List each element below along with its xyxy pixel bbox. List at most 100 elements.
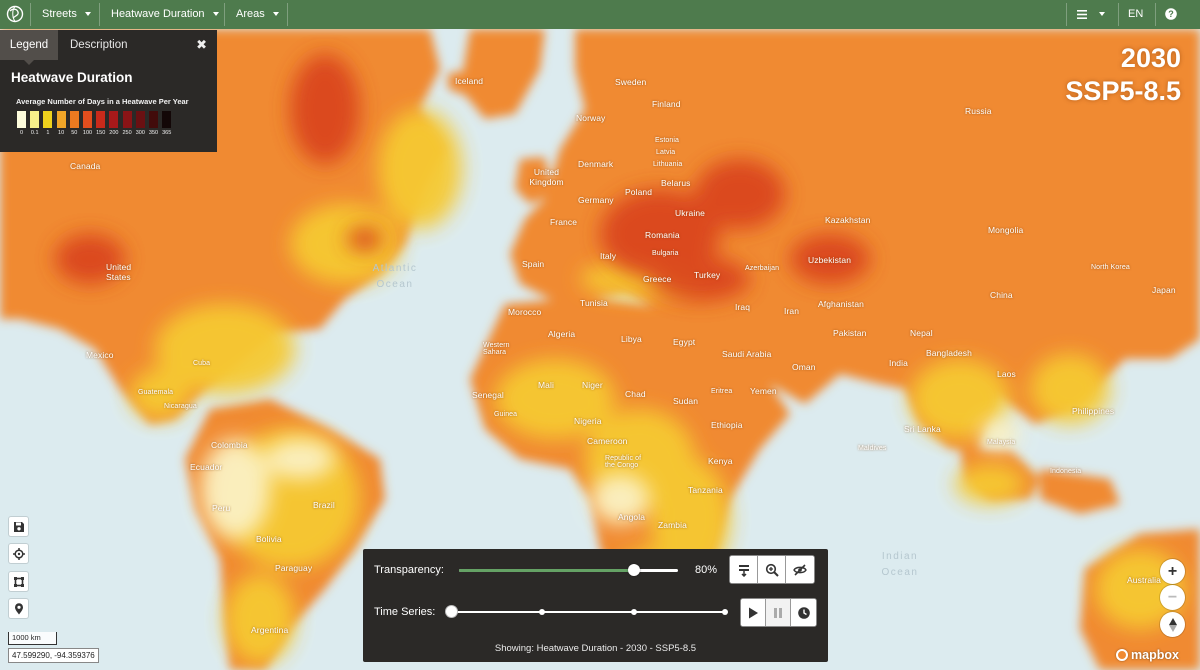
- language-selector[interactable]: EN: [1128, 0, 1143, 29]
- compass-icon: [1168, 617, 1177, 632]
- save-icon: [13, 521, 24, 532]
- zoom-in-icon: [765, 563, 779, 577]
- map-label-kazakhstan: Kazakhstan: [825, 215, 871, 225]
- map-label-maldives: Maldives: [858, 445, 887, 452]
- place-marker-button[interactable]: [9, 599, 28, 618]
- map-label-ukraine: Ukraine: [675, 208, 705, 218]
- legend-swatch-label: 365: [162, 130, 172, 136]
- map-label-lithuania: Lithuania: [653, 161, 683, 168]
- map-label-norway: Norway: [576, 113, 606, 123]
- map-label-pakistan: Pakistan: [833, 328, 867, 338]
- map-label-sweden: Sweden: [615, 77, 647, 87]
- layers-icon: [738, 564, 749, 577]
- map-label-uzbekistan: Uzbekistan: [808, 255, 852, 265]
- crop-icon: [13, 576, 24, 587]
- legend-swatch-label: 0: [19, 130, 24, 136]
- legend-swatch-label: 200: [109, 130, 119, 136]
- map-label-canada: Canada: [70, 161, 101, 171]
- legend-swatch-label: 0.1: [30, 130, 39, 136]
- map-label-united-states: United States: [106, 262, 132, 282]
- map-label-iceland: Iceland: [455, 76, 484, 86]
- legend-swatch-label: 1: [46, 130, 50, 136]
- help-button[interactable]: ?: [1165, 8, 1177, 20]
- timeseries-slider-handle[interactable]: [445, 606, 457, 617]
- transparency-slider-fill: [459, 569, 635, 572]
- legend-swatch: [82, 110, 93, 129]
- map-label-belarus: Belarus: [661, 178, 691, 188]
- top-navigation-bar: Streets Heatwave Duration Areas EN ?: [0, 0, 1200, 29]
- layer-order-button[interactable]: [730, 556, 758, 583]
- legend-swatch-label: 10: [58, 130, 65, 136]
- legend-swatch-label: 50: [71, 130, 78, 136]
- map-label-sudan: Sudan: [673, 396, 699, 406]
- map-label-paraguay: Paraguay: [275, 563, 313, 573]
- svg-text:?: ?: [1168, 9, 1174, 19]
- playback-group: [740, 598, 817, 627]
- map-label-peru: Peru: [212, 503, 231, 513]
- map-label-ecuador: Ecuador: [190, 462, 223, 472]
- crop-area-button[interactable]: [9, 572, 28, 591]
- map-label-mali: Mali: [538, 380, 554, 390]
- map-label-nepal: Nepal: [910, 328, 933, 338]
- map-label-philippines: Philippines: [1072, 406, 1115, 416]
- map-label-mongolia: Mongolia: [988, 225, 1024, 235]
- zoom-out-button[interactable]: −: [1160, 585, 1185, 610]
- map-label-greece: Greece: [643, 274, 672, 284]
- map-label-sri-lanka: Sri Lanka: [904, 424, 941, 434]
- areas-dropdown[interactable]: Areas: [236, 0, 279, 29]
- tab-legend[interactable]: Legend: [0, 30, 58, 65]
- legend-swatch-label: 150: [96, 130, 106, 136]
- locate-button[interactable]: [9, 544, 28, 563]
- timeseries-step[interactable]: [539, 609, 546, 615]
- tab-description[interactable]: Description: [70, 30, 128, 60]
- basemap-dropdown[interactable]: Streets: [42, 0, 91, 29]
- globe-logo-icon[interactable]: [6, 5, 24, 23]
- chevron-down-icon: [212, 12, 219, 17]
- map-label-estonia: Estonia: [655, 137, 680, 144]
- map-label-azerbaijan: Azerbaijan: [745, 265, 780, 272]
- time-settings-button[interactable]: [791, 599, 816, 626]
- map-label-kenya: Kenya: [708, 456, 733, 466]
- map-label-poland: Poland: [625, 187, 653, 197]
- map-label-ethiopia: Ethiopia: [711, 420, 743, 430]
- timeseries-label: Time Series:: [374, 606, 436, 618]
- map-label-iraq: Iraq: [735, 302, 751, 312]
- timeseries-step[interactable]: [722, 609, 728, 615]
- transparency-label: Transparency:: [374, 564, 444, 576]
- map-label-algeria: Algeria: [548, 329, 576, 339]
- map-label-finland: Finland: [652, 99, 681, 109]
- timeseries-slider-track[interactable]: [445, 606, 728, 617]
- timeseries-step[interactable]: [630, 609, 637, 615]
- transparency-slider-handle[interactable]: [628, 564, 641, 576]
- pause-icon: [774, 607, 782, 618]
- topbar-separator: [224, 3, 225, 26]
- legend-swatch: [108, 110, 120, 129]
- map-label-libya: Libya: [621, 334, 642, 344]
- transparency-slider-track[interactable]: [459, 564, 678, 576]
- map-label-nicaragua: Nicaragua: [164, 403, 197, 410]
- close-icon[interactable]: ✖: [196, 37, 207, 53]
- play-button[interactable]: [741, 599, 766, 626]
- save-button[interactable]: [9, 517, 28, 536]
- legend-title: Heatwave Duration: [11, 70, 133, 85]
- layer-controls-panel: Transparency: 80% Time Series: Showing: …: [363, 549, 828, 662]
- topbar-separator: [30, 3, 31, 26]
- legend-swatch-label: 100: [82, 130, 93, 136]
- legend-swatch: [42, 110, 54, 129]
- layer-dropdown[interactable]: Heatwave Duration: [111, 0, 219, 29]
- main-menu-button[interactable]: [1077, 0, 1105, 29]
- mapbox-attribution[interactable]: mapbox: [1116, 648, 1179, 662]
- pause-button[interactable]: [766, 599, 791, 626]
- map-label-tanzania: Tanzania: [688, 485, 723, 495]
- map-label-tunisia: Tunisia: [580, 298, 608, 308]
- map-label-afghanistan: Afghanistan: [818, 299, 864, 309]
- map-label-turkey: Turkey: [694, 270, 721, 280]
- hide-layer-button[interactable]: [786, 556, 814, 583]
- zoom-in-button[interactable]: +: [1160, 559, 1185, 584]
- compass-button[interactable]: [1160, 612, 1185, 637]
- legend-swatch: [161, 110, 173, 129]
- transparency-value: 80%: [695, 564, 718, 576]
- map-label-romania: Romania: [645, 230, 680, 240]
- scenario-overlay: 2030 SSP5-8.5: [1065, 42, 1181, 108]
- zoom-to-layer-button[interactable]: [758, 556, 786, 583]
